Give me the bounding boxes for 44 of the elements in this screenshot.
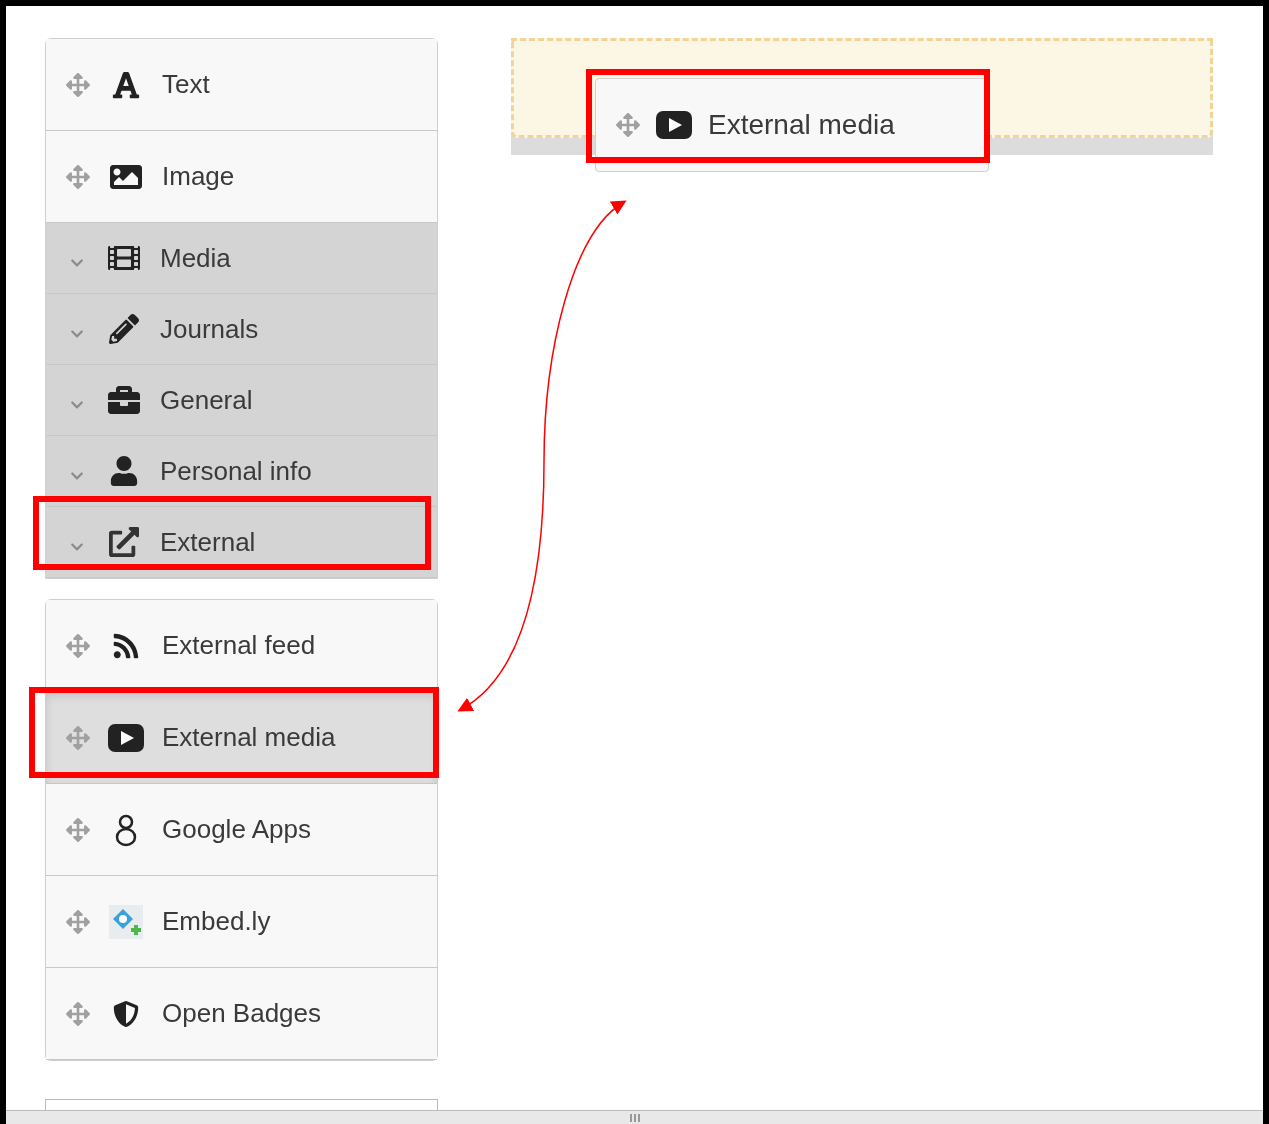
play-icon [108,723,144,752]
move-icon [616,113,640,137]
shield-icon [113,998,139,1029]
block-label: Image [162,160,235,193]
block-label: External media [708,108,895,142]
category-row[interactable]: External [46,507,437,578]
external-link-icon [107,527,141,557]
category-row[interactable]: General [46,365,437,436]
person-icon [110,456,138,486]
block-row[interactable]: Google Apps [46,784,437,876]
block-label: Open Badges [162,997,321,1030]
letter-icon [111,69,141,100]
move-icon [66,725,90,750]
block-label: External feed [162,629,316,662]
move-icon [66,633,90,658]
block-label: Journals [160,312,259,346]
block-row[interactable]: External media [46,692,437,784]
block-label: Media [160,241,231,275]
move-icon [66,164,90,189]
block-label: General [160,383,253,417]
category-row[interactable]: Personal info [46,436,437,507]
rss-icon [112,631,140,660]
block-label: Google Apps [162,813,311,846]
category-row[interactable]: Media [46,223,437,294]
block-row[interactable]: Embed.ly [46,876,437,968]
embed-icon [109,904,143,939]
block-label: External media [162,721,336,754]
play-icon [656,111,692,139]
move-icon [66,72,90,97]
pencil-icon [109,314,139,344]
move-icon [66,909,90,934]
block-label: External [160,525,256,559]
block-label: Embed.ly [162,905,271,938]
block-label: Text [162,68,210,101]
block-label: Personal info [160,454,312,488]
move-icon [66,1001,90,1026]
move-icon [66,817,90,842]
grip-icon [629,1113,640,1122]
category-row[interactable]: Journals [46,294,437,365]
block-row[interactable]: Text [46,39,437,131]
block-row[interactable]: Open Badges [46,968,437,1060]
block-row[interactable]: Image [46,131,437,223]
dragged-block[interactable]: External media [595,78,989,172]
briefcase-icon [106,384,142,416]
